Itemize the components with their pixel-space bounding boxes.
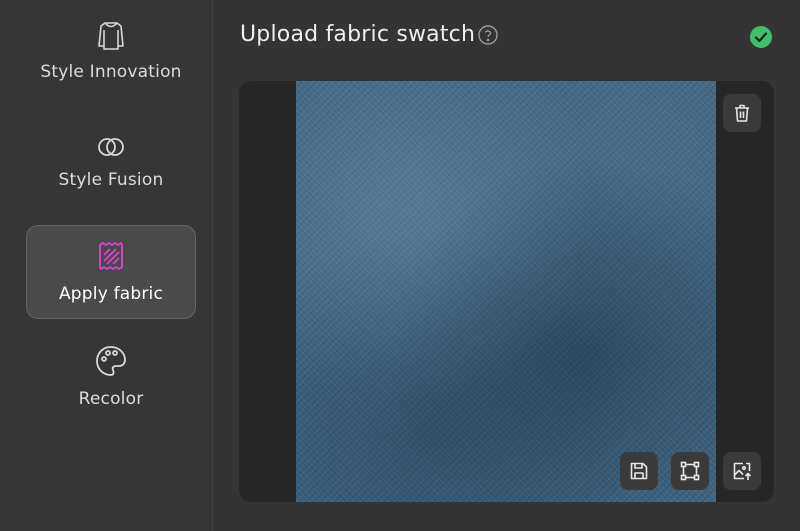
sidebar-item-style-fusion[interactable]: Style Fusion <box>26 126 196 220</box>
sidebar-item-recolor[interactable]: Recolor <box>26 343 196 437</box>
crop-button[interactable] <box>671 452 709 490</box>
page-title: Upload fabric swatch <box>240 22 499 47</box>
garment-icon <box>98 22 124 50</box>
fabric-swatch-icon <box>99 242 123 270</box>
sidebar: Style Innovation Style Fusion Apply fabr… <box>0 0 213 531</box>
fabric-swatch-image <box>296 81 716 502</box>
image-upload-icon <box>733 462 752 480</box>
sidebar-item-label: Style Innovation <box>40 62 182 82</box>
save-button[interactable] <box>620 452 658 490</box>
sidebar-item-label: Apply fabric <box>58 284 164 304</box>
upload-image-button[interactable] <box>723 452 761 490</box>
sidebar-item-label: Style Fusion <box>58 170 164 190</box>
crop-icon <box>680 461 700 481</box>
sidebar-item-label: Recolor <box>78 389 144 409</box>
sidebar-item-apply-fabric[interactable]: Apply fabric <box>26 225 196 319</box>
delete-button[interactable] <box>723 94 761 132</box>
page-title-text: Upload fabric swatch <box>240 22 476 47</box>
sidebar-item-style-innovation[interactable]: Style Innovation <box>26 18 196 112</box>
palette-icon <box>96 346 126 376</box>
save-icon <box>630 462 648 480</box>
question-circle-icon[interactable] <box>477 24 499 46</box>
swatch-preview-panel <box>239 81 774 502</box>
overlapping-circles-icon <box>98 138 124 156</box>
delete-icon <box>735 104 749 122</box>
check-circle-icon <box>750 26 772 48</box>
